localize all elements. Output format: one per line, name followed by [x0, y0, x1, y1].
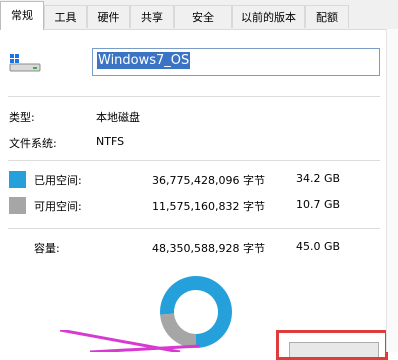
separator: [8, 160, 380, 161]
tab-bar: 常规 工具 硬件 共享 安全 以前的版本 配额: [0, 0, 398, 30]
tab-label: 常规: [11, 9, 33, 22]
used-space-bytes: 36,775,428,096 字节: [152, 174, 265, 187]
tab-label: 硬件: [97, 11, 120, 24]
type-label: 类型:: [9, 111, 35, 124]
used-space-swatch: [9, 171, 26, 188]
filesystem-label: 文件系统:: [9, 137, 57, 150]
tab-tools[interactable]: 工具: [44, 5, 87, 28]
separator: [8, 228, 380, 229]
highlight-box: [276, 330, 388, 360]
tab-label: 以前的版本: [241, 11, 296, 24]
free-space-gb: 10.7 GB: [296, 198, 341, 211]
free-space-label: 可用空间:: [34, 200, 82, 213]
used-space-label: 已用空间:: [34, 174, 82, 187]
capacity-gb: 45.0 GB: [296, 240, 341, 253]
tab-label: 安全: [192, 11, 214, 24]
free-space-swatch: [9, 197, 26, 214]
tab-general[interactable]: 常规: [0, 1, 44, 30]
drive-icon: [9, 54, 41, 72]
tab-previous-versions[interactable]: 以前的版本: [232, 5, 305, 28]
tab-label: 工具: [54, 11, 77, 24]
drive-name-input[interactable]: Windows7_OS: [92, 48, 380, 76]
window-edge: [386, 29, 398, 352]
free-space-bytes: 11,575,160,832 字节: [152, 200, 265, 213]
filesystem-value: NTFS: [96, 135, 125, 148]
tab-quota[interactable]: 配额: [305, 5, 349, 28]
capacity-bytes: 48,350,588,928 字节: [152, 242, 265, 255]
tab-security[interactable]: 安全: [174, 5, 232, 28]
drive-name-text: Windows7_OS: [97, 52, 191, 69]
separator: [8, 96, 380, 97]
annotation-arrow: [60, 330, 200, 352]
capacity-label: 容量:: [34, 242, 60, 255]
tab-sharing[interactable]: 共享: [130, 5, 174, 28]
tab-label: 配额: [316, 11, 338, 24]
type-value: 本地磁盘: [96, 111, 140, 124]
used-space-gb: 34.2 GB: [296, 172, 341, 185]
tab-hardware[interactable]: 硬件: [87, 5, 130, 28]
tab-label: 共享: [141, 11, 163, 24]
